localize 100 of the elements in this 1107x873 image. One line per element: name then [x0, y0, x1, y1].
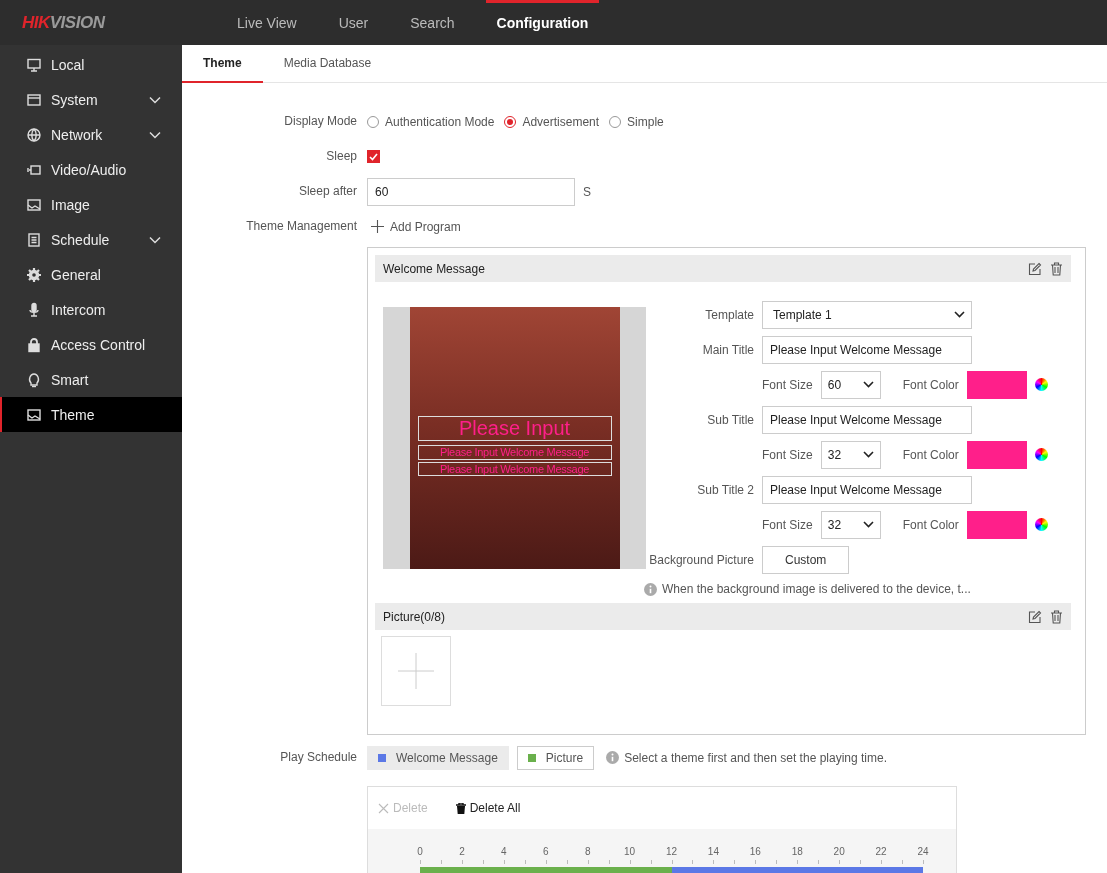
template-select[interactable]: Template 1 — [762, 300, 972, 329]
menu-item-icon — [26, 266, 42, 283]
field-label: Font Color — [902, 517, 959, 532]
hint-text: Select a theme first and then set the playing time. — [624, 750, 887, 765]
color-wheel-icon[interactable] — [1034, 448, 1048, 461]
hour-label: 8 — [584, 847, 591, 857]
preview-text: Please Input Welcome Message — [417, 445, 612, 460]
chevron-down-icon[interactable] — [149, 95, 161, 104]
caret-icon — [862, 451, 874, 458]
edit-icon[interactable] — [1028, 609, 1042, 624]
hour-label: 10 — [624, 847, 636, 857]
hour-label: 0 — [417, 847, 423, 857]
color-wheel-icon[interactable] — [1034, 518, 1048, 531]
edit-icon[interactable] — [1028, 261, 1042, 276]
tab[interactable]: Media Database — [262, 45, 393, 83]
sidebar-item[interactable]: Schedule — [0, 222, 182, 257]
custom-button[interactable]: Custom — [762, 545, 850, 574]
field-label: Font Size — [762, 517, 813, 532]
radio-label: Authentication Mode — [385, 114, 495, 129]
hour-label: 6 — [542, 847, 549, 857]
hour-label: 18 — [791, 847, 803, 857]
tab[interactable]: Theme — [182, 45, 263, 83]
menu-item-icon — [26, 406, 42, 423]
info-text: When the background image is delivered to the device, t... — [662, 582, 971, 596]
close-icon — [378, 802, 389, 814]
hour-label: 14 — [707, 847, 719, 857]
field-label: Play Schedule — [279, 749, 357, 766]
theme-legend-item[interactable]: Picture — [516, 745, 595, 770]
sidebar-item[interactable]: Access Control — [0, 327, 182, 362]
color-swatch[interactable] — [966, 370, 1027, 399]
caret-icon — [862, 381, 874, 388]
sidebar-item[interactable]: General — [0, 257, 182, 292]
menu-item-icon — [26, 231, 42, 248]
hour-label: 12 — [665, 847, 678, 857]
menu-item-icon — [26, 126, 42, 143]
menu-item-icon — [26, 336, 42, 353]
field-label: Font Size — [762, 447, 813, 462]
checkbox[interactable] — [367, 150, 380, 163]
field-label: Font Size — [762, 377, 813, 392]
trash-icon[interactable] — [1050, 609, 1063, 624]
preview-text: Please Input — [417, 416, 612, 441]
font-size-select[interactable]: 32 — [820, 510, 881, 539]
radio-button[interactable] — [367, 115, 379, 128]
hour-label: 2 — [459, 847, 465, 857]
color-swatch[interactable] — [966, 510, 1027, 539]
delete-all-button[interactable]: Delete All — [455, 801, 521, 815]
trash-icon[interactable] — [1050, 261, 1063, 276]
sidebar-item[interactable]: System — [0, 82, 182, 117]
info-icon — [606, 751, 620, 764]
font-size-select[interactable]: 60 — [820, 370, 881, 399]
input-field[interactable]: 60 — [367, 177, 575, 206]
field-label: Sub Title — [706, 411, 754, 429]
chevron-down-icon[interactable] — [149, 235, 161, 244]
input-field[interactable]: Please Input Welcome Message — [762, 335, 972, 364]
sidebar-item[interactable]: Theme — [0, 397, 182, 432]
plus-icon — [398, 653, 434, 689]
nav-tab[interactable]: Search — [389, 0, 476, 45]
plus-icon — [371, 220, 384, 233]
brand-logo: HIKVISION — [21, 12, 107, 33]
field-label: Theme Management — [245, 218, 357, 235]
sidebar-item[interactable]: Local — [0, 47, 182, 82]
field-label: Template — [704, 306, 754, 324]
nav-tab[interactable]: User — [317, 0, 390, 45]
sidebar-item[interactable]: Image — [0, 187, 182, 222]
chevron-down-icon[interactable] — [149, 130, 161, 139]
field-label: Sub Title 2 — [696, 481, 754, 499]
radio-button[interactable] — [609, 115, 622, 128]
sidebar-item[interactable]: Intercom — [0, 292, 182, 327]
font-size-select[interactable]: 32 — [820, 440, 881, 469]
hour-label: 16 — [749, 847, 761, 857]
menu-item-icon — [26, 371, 42, 388]
sidebar-item[interactable]: Smart — [0, 362, 182, 397]
menu-item-icon — [26, 91, 42, 108]
add-program-button[interactable]: Add Program — [367, 219, 465, 234]
color-wheel-icon[interactable] — [1034, 378, 1048, 391]
hour-label: 4 — [501, 847, 507, 857]
hour-label: 24 — [917, 847, 929, 857]
input-field[interactable]: Please Input Welcome Message — [762, 405, 972, 434]
color-swatch[interactable] — [966, 440, 1027, 469]
input-field[interactable]: Please Input Welcome Message — [762, 475, 972, 504]
field-label: Font Color — [902, 377, 959, 392]
nav-tab[interactable]: Configuration — [475, 0, 610, 45]
nav-tab[interactable]: Live View — [216, 0, 318, 45]
menu-item-icon — [26, 56, 42, 73]
add-picture-tile[interactable] — [381, 636, 451, 706]
field-label: Sleep — [325, 148, 357, 165]
field-label: Main Title — [701, 341, 754, 359]
radio-button[interactable] — [504, 115, 517, 128]
menu-item-icon — [26, 196, 42, 213]
menu-item-icon — [26, 301, 42, 318]
theme-legend-item[interactable]: Welcome Message — [367, 745, 509, 770]
sidebar-item[interactable]: Network — [0, 117, 182, 152]
field-label: Sleep after — [297, 183, 357, 200]
radio-label: Advertisement — [522, 114, 600, 129]
trash-icon — [455, 802, 466, 814]
radio-label: Simple — [627, 114, 664, 129]
preview-text: Please Input Welcome Message — [417, 461, 612, 477]
sidebar-item[interactable]: Video/Audio — [0, 152, 182, 187]
field-label: Background Picture — [650, 551, 754, 569]
section-title: Welcome Message — [383, 261, 485, 276]
